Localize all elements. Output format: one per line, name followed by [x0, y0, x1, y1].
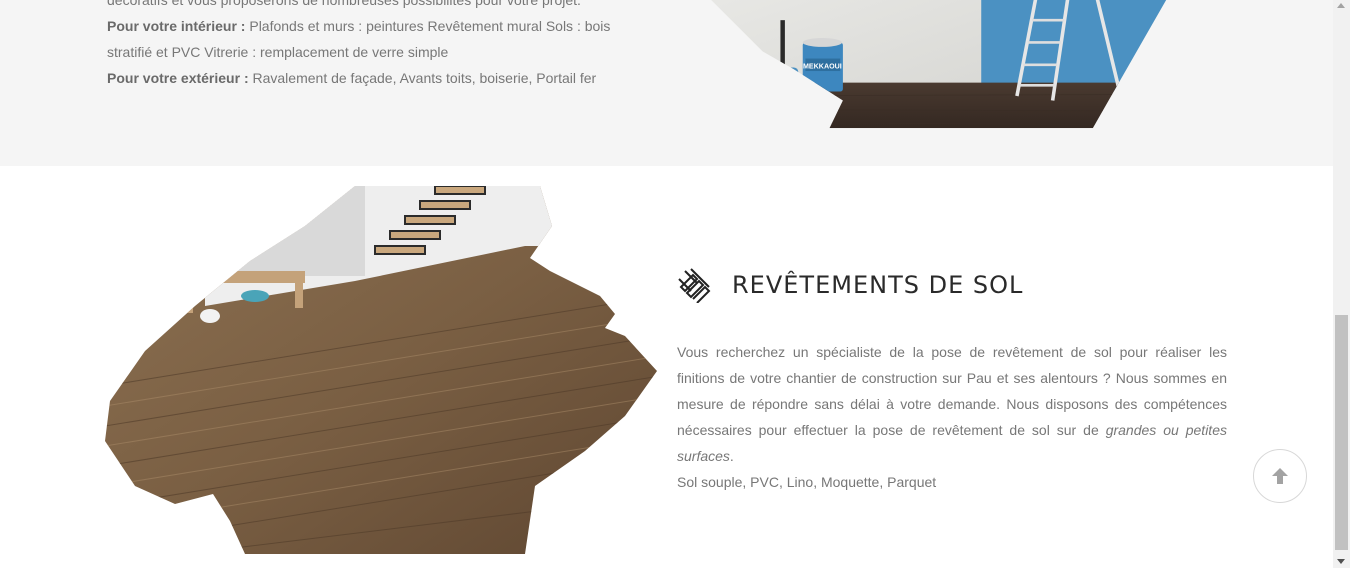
painting-section: décoratifs et vous proposerons de nombre… — [0, 0, 1333, 166]
interior-label: Pour votre intérieur : — [107, 18, 246, 34]
flooring-heading: REVÊTEMENTS DE SOL — [677, 267, 1023, 303]
arrow-up-icon — [1272, 468, 1288, 484]
painting-description: décoratifs et vous proposerons de nombre… — [107, 0, 657, 91]
scroll-to-top-button[interactable] — [1253, 449, 1307, 503]
flooring-title: REVÊTEMENTS DE SOL — [732, 271, 1024, 299]
paint-can-brand: MEKKAOUI — [803, 62, 842, 70]
scroll-down-arrow-icon[interactable] — [1337, 559, 1345, 564]
flooring-description: Vous recherchez un spécialiste de la pos… — [677, 339, 1227, 495]
flooring-paragraph: Vous recherchez un spécialiste de la pos… — [677, 339, 1227, 469]
scrollbar-thumb[interactable] — [1335, 315, 1348, 550]
flooring-paragraph-end: . — [729, 448, 734, 464]
scroll-up-arrow-icon[interactable] — [1337, 3, 1345, 8]
parquet-pattern-icon — [678, 268, 711, 303]
interior-services: Pour votre intérieur : Plafonds et murs … — [107, 13, 657, 65]
painting-intro-line: décoratifs et vous proposerons de nombre… — [107, 0, 581, 8]
exterior-services: Pour votre extérieur : Ravalement de faç… — [107, 65, 657, 91]
flooring-types: Sol souple, PVC, Lino, Moquette, Parquet — [677, 474, 937, 490]
exterior-text: Ravalement de façade, Avants toits, bois… — [248, 70, 597, 86]
page-scrollbar[interactable] — [1333, 0, 1350, 568]
exterior-label: Pour votre extérieur : — [107, 70, 249, 86]
painting-image: MEKKAOUI — [709, 0, 1178, 129]
flooring-image — [105, 186, 657, 554]
